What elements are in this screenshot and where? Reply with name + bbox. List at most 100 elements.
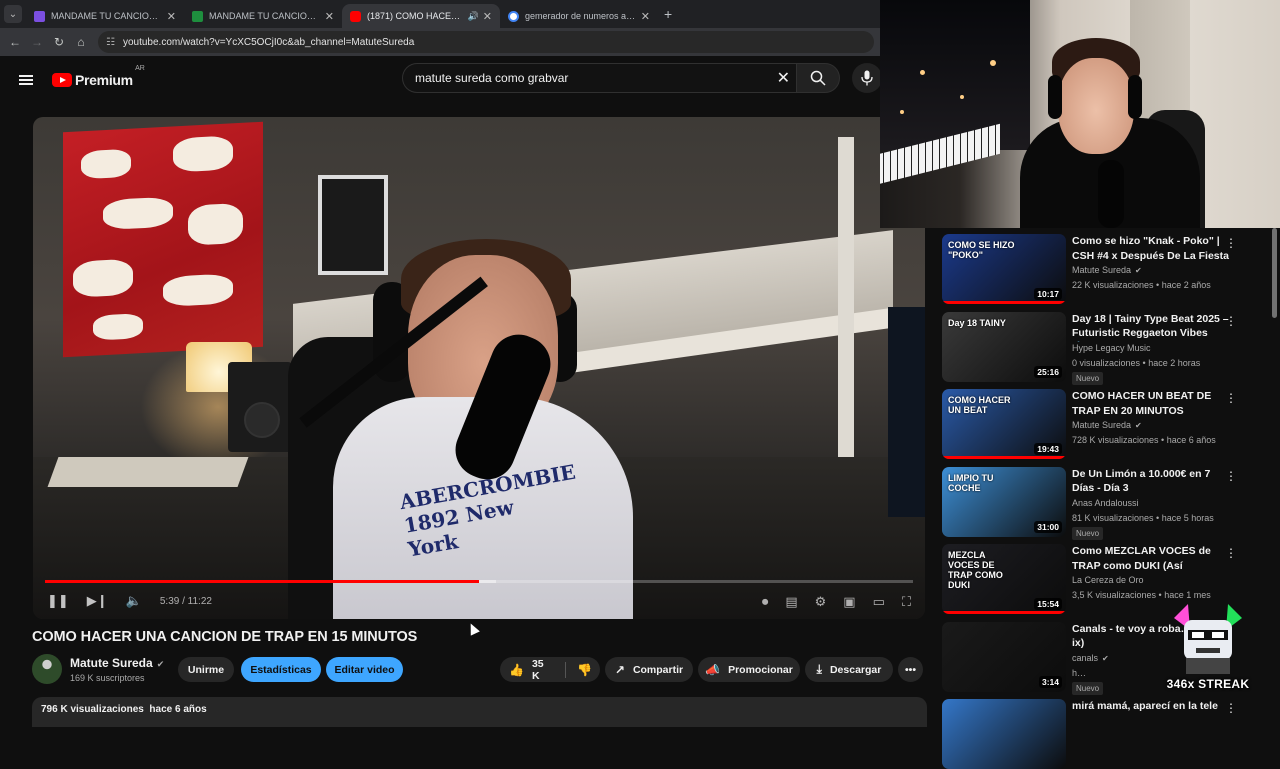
home-icon[interactable]: ⌂ [70,35,92,49]
recommendation-thumbnail[interactable] [942,699,1066,769]
webcam-window-night [880,0,1030,150]
subtitles-icon[interactable]: ▤ [785,594,797,610]
more-vertical-icon[interactable]: ⋮ [1225,314,1237,328]
webcam-microphone [1098,160,1124,228]
site-info-icon[interactable]: ☷ [106,37,115,48]
channel-name: canals [1072,652,1099,663]
more-vertical-icon[interactable]: ⋮ [1225,469,1237,483]
tab-close-icon[interactable]: ✕ [167,10,176,23]
recommendation-channel[interactable]: canals ✔ [1072,653,1109,663]
recommendation-channel[interactable]: Matute Sureda ✔ [1072,420,1142,430]
back-arrow-icon[interactable]: ← [4,35,26,49]
more-vertical-icon[interactable]: ⋮ [1225,391,1237,405]
recommendation-thumbnail[interactable]: MEZCLA VOCES DE TRAP COMO DUKI 15:54 [942,544,1066,614]
recommendation-title[interactable]: Como se hizo "Knak - Poko" | CSH #4 x De… [1072,234,1232,263]
recommendation-title[interactable]: De Un Limón a 10.000€ en 7 Días - Día 3 [1072,467,1232,496]
poster-art [63,121,263,358]
stats-button[interactable]: Estadísticas [241,657,321,682]
miniplayer-icon[interactable]: ▣ [843,594,855,610]
more-vertical-icon[interactable]: ⋮ [1225,546,1237,560]
search-icon [810,70,826,86]
edit-label: Editar video [334,663,395,676]
recommendation-thumbnail[interactable]: COMO SE HIZO "POKO" 10:17 [942,234,1066,304]
recommendation-title[interactable]: mirá mamá, aparecí en la tele [1072,699,1232,714]
tab-close-icon[interactable]: ✕ [641,10,650,23]
reload-icon[interactable]: ↻ [48,35,70,49]
recommendation-thumbnail[interactable]: 3:14 [942,621,1066,692]
share-button[interactable]: ↗ Compartir [605,657,693,682]
streak-avatar-icon [1174,604,1242,674]
download-button[interactable]: ⤓ Descargar [805,657,893,682]
edit-video-button[interactable]: Editar video [326,657,403,682]
new-tab-plus-icon[interactable]: + [664,6,672,22]
recommendation-item[interactable]: COMO SE HIZO "POKO" 10:17 Como se hizo "Kn… [942,232,1272,304]
recommendation-item[interactable]: mirá mamá, aparecí en la tele ⋮ [942,697,1272,769]
description-box[interactable]: 796 K visualizaciones hace 6 años [32,697,927,727]
tab-title: MANDAME TU CANCION - For [51,11,163,21]
thumbs-up-icon[interactable]: 👍 [509,663,524,677]
autoplay-toggle-icon[interactable]: ⏺ [762,594,769,610]
promote-button[interactable]: 📣 Promocionar [698,657,800,682]
recommendation-thumbnail[interactable]: Day 18 TAINY 25:16 [942,311,1066,382]
thumbs-down-icon[interactable]: 👎 [577,663,592,677]
channel-name: Matute Sureda [1072,420,1132,430]
pause-icon[interactable]: ❚❚ [47,593,69,609]
recommendation-channel[interactable]: Anas Andaloussi [1072,498,1139,508]
recommendation-title[interactable]: COMO HACER UN BEAT DE TRAP EN 20 MINUTOS [1072,389,1232,418]
computer-monitor [888,307,925,517]
recommendation-item[interactable]: Day 18 TAINY 25:16 Day 18 | Tainy Type Bea… [942,310,1272,385]
clear-search-icon[interactable]: ✕ [777,68,790,88]
youtube-premium-logo[interactable]: Premium AR [52,65,145,88]
tab-close-icon[interactable]: ✕ [483,10,492,23]
sidebar-scrollbar[interactable] [1272,228,1277,318]
settings-gear-icon[interactable]: ⚙ [815,594,827,610]
voice-search-button[interactable] [852,63,882,93]
more-horizontal-icon: ••• [904,663,917,676]
join-button[interactable]: Unirme [178,657,234,682]
recommendation-channel[interactable]: La Cereza de Oro [1072,575,1144,585]
speaker-icon[interactable]: 🔊 [468,11,479,22]
next-icon[interactable]: ▶❙ [87,593,108,609]
search-input[interactable]: matute sureda como grabvar ✕ [402,63,796,93]
keyboard [47,457,249,487]
browser-tab-bar: ⌄ MANDAME TU CANCION - For ✕ MANDAME TU … [0,0,880,28]
recommendation-thumbnail[interactable]: LIMPIO TU COCHE 31:00 [942,466,1066,537]
recommendation-title[interactable]: Como MEZCLAR VOCES de TRAP como DUKI (As… [1072,544,1232,574]
channel-avatar[interactable] [32,654,62,684]
tab-title: (1871) COMO HACER UNA [367,11,466,21]
recommendation-meta: 81 K visualizaciones • hace 5 horas [1072,512,1214,523]
recommendation-channel[interactable]: Hype Legacy Music [1072,343,1151,353]
recommendation-item[interactable]: LIMPIO TU COCHE 31:00 De Un Limón a 10.000… [942,465,1272,540]
video-player[interactable]: ABERCROMBIE 1892 New York ❚❚ ▶❙ 🔈 5:39 /… [33,117,925,619]
mouse-cursor-icon [466,621,480,636]
more-actions-button[interactable]: ••• [898,657,923,682]
tab-close-icon[interactable]: ✕ [325,10,334,23]
wall-frame [318,175,388,275]
browser-tab-3-active[interactable]: (1871) COMO HACER UNA 🔊 ✕ [342,4,500,28]
more-vertical-icon[interactable]: ⋮ [1225,701,1237,715]
more-vertical-icon[interactable]: ⋮ [1225,236,1237,250]
browser-tab-4[interactable]: gemerador de numeros aleato ✕ [500,4,658,28]
tab-search-chevron-icon[interactable]: ⌄ [4,5,22,23]
recommendation-thumbnail[interactable]: COMO HACER UN BEAT 19:43 [942,389,1066,459]
hamburger-menu-icon[interactable] [19,75,33,85]
theater-mode-icon[interactable]: ▭ [873,594,885,610]
recommendation-title[interactable]: Day 18 | Tainy Type Beat 2025 – Futurist… [1072,312,1232,342]
browser-tab-2[interactable]: MANDAME TU CANCION (resp ✕ [184,4,342,28]
recommendation-item[interactable]: COMO HACER UN BEAT 19:43 COMO HACER UN BEA… [942,387,1272,459]
search-button[interactable] [796,63,840,93]
microphone-icon [861,70,873,86]
recommendation-channel[interactable]: Matute Sureda ✔ [1072,265,1142,275]
duration-badge: 15:54 [1034,598,1062,610]
browser-tab-1[interactable]: MANDAME TU CANCION - For ✕ [26,4,184,28]
like-dislike-group: 👍 35 K 👎 [500,657,600,682]
join-label: Unirme [187,663,225,676]
webcam-headphone-right [1128,75,1142,119]
channel-name: La Cereza de Oro [1072,575,1144,585]
like-count[interactable]: 35 K [532,658,554,682]
volume-icon[interactable]: 🔈 [126,593,142,609]
forward-arrow-icon[interactable]: → [26,35,48,49]
channel-name-link[interactable]: Matute Sureda ✔ [70,656,164,670]
url-input[interactable]: ☷ youtube.com/watch?v=YcXC5OCjI0c&ab_cha… [98,31,874,53]
fullscreen-icon[interactable]: ⛶ [902,594,911,610]
